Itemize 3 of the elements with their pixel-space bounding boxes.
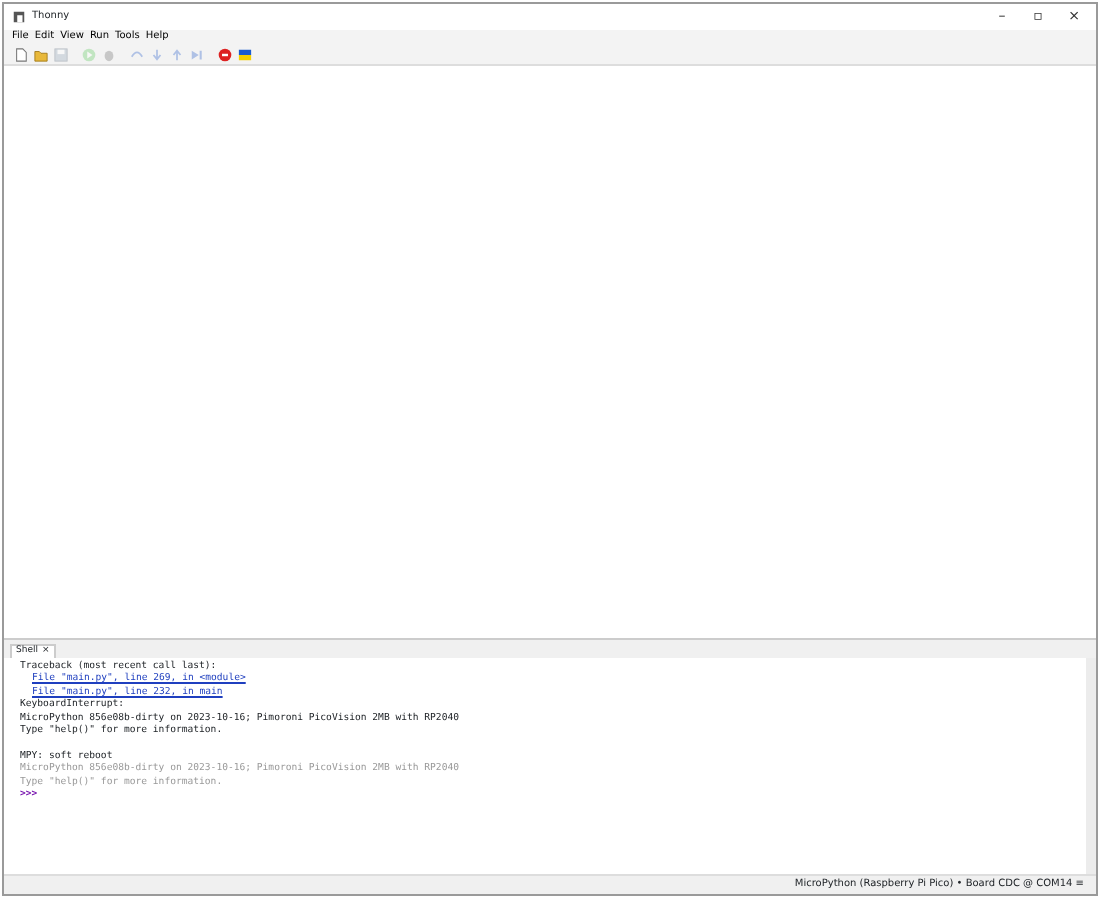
flag-icon[interactable] (238, 47, 252, 61)
stop-icon[interactable] (218, 47, 232, 61)
app-icon (12, 10, 26, 24)
